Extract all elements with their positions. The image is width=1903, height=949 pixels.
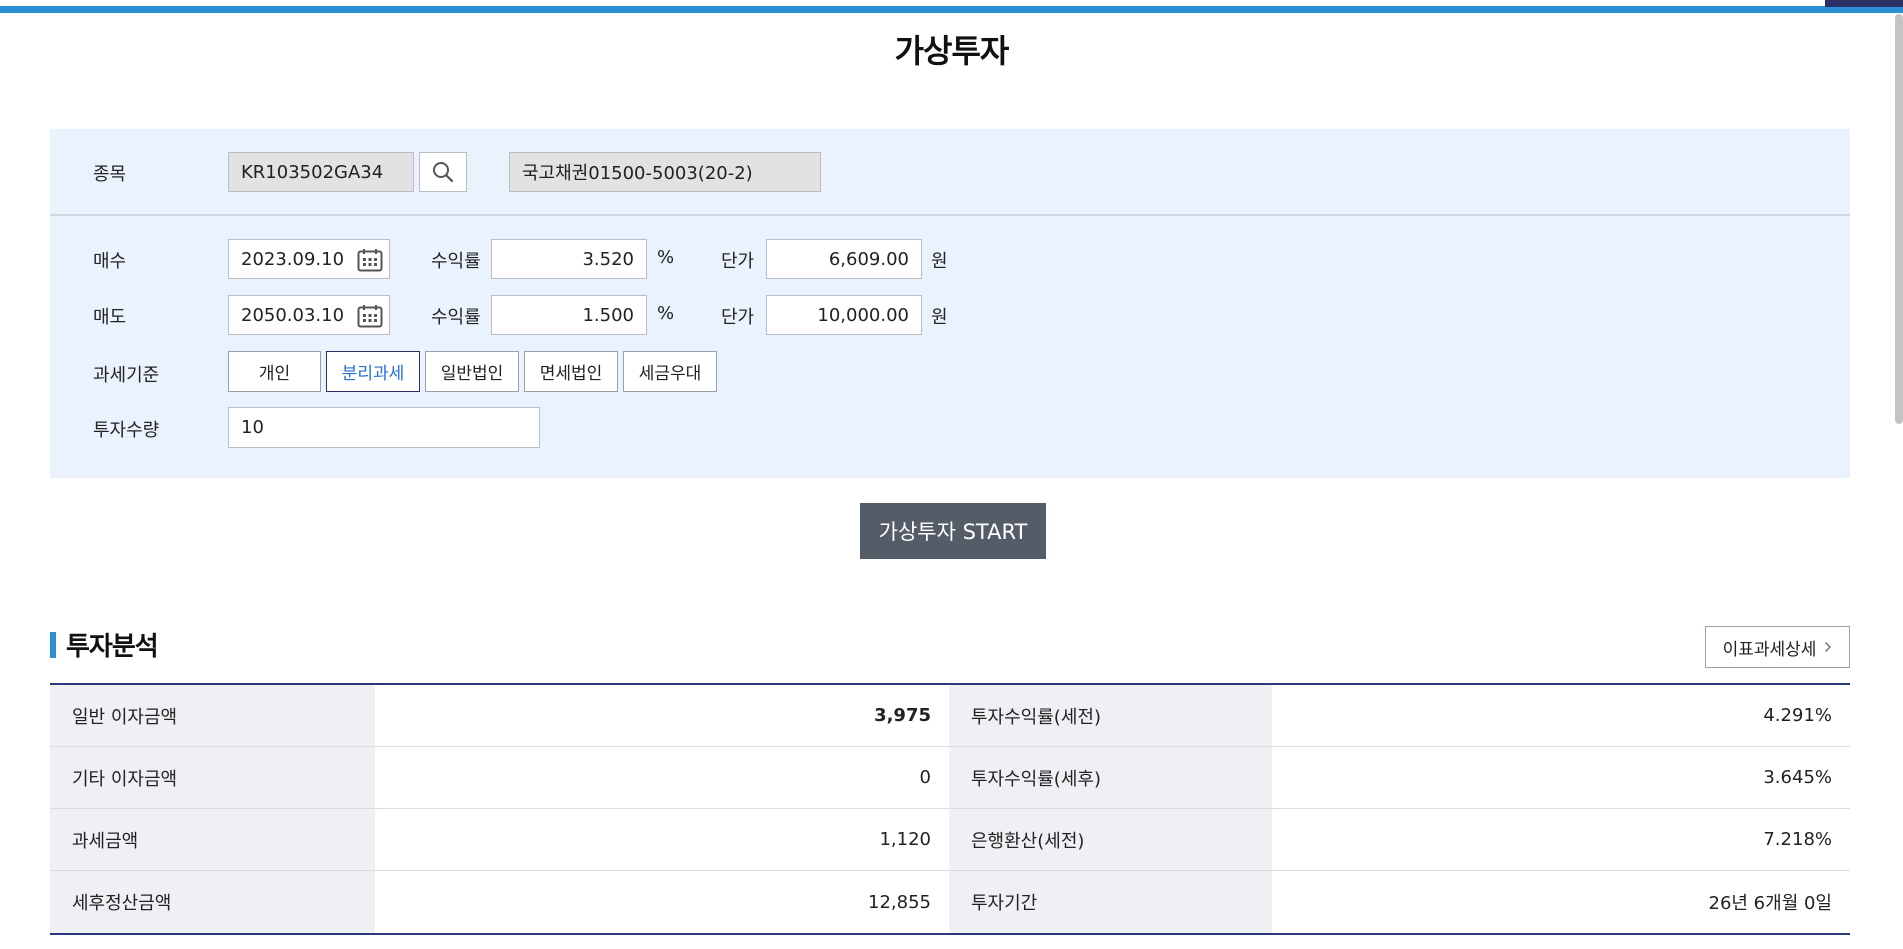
search-icon: [433, 162, 454, 183]
page-title: 가상투자: [894, 32, 1010, 70]
tax-label: 과세기준: [93, 365, 160, 386]
chevron-right-icon: [1825, 641, 1832, 653]
scrollbar-thumb[interactable]: [1895, 14, 1903, 424]
sell-yield-label: 수익률: [431, 307, 481, 328]
row-label: 은행환산(세전): [949, 809, 1272, 870]
search-button[interactable]: [419, 152, 467, 192]
table-row: 과세금액 1,120 은행환산(세전) 7.218%: [50, 809, 1850, 871]
item-label: 종목: [93, 164, 127, 185]
buy-yield-unit: %: [657, 247, 675, 268]
table-row: 기타 이자금액 0 투자수익률(세후) 3.645%: [50, 747, 1850, 809]
sell-date-field[interactable]: 2050.03.10: [228, 295, 390, 335]
row-label: 투자기간: [949, 871, 1272, 933]
buy-yield-label: 수익률: [431, 251, 481, 272]
sell-label: 매도: [93, 307, 127, 328]
start-button[interactable]: 가상투자 START: [860, 503, 1046, 559]
buy-label: 매수: [93, 251, 127, 272]
sell-price-label: 단가: [721, 307, 755, 328]
calendar-icon[interactable]: [357, 304, 383, 328]
top-accent-bar-right: [1825, 0, 1903, 7]
sell-date-value: 2050.03.10: [241, 304, 345, 326]
top-accent-bar: [0, 6, 1903, 13]
row-value: 7.218%: [1272, 809, 1850, 870]
quantity-input[interactable]: 10: [228, 407, 540, 448]
row-label: 투자수익률(세전): [949, 685, 1272, 746]
tax-option-corporate[interactable]: 일반법인: [425, 351, 519, 392]
sell-yield-input[interactable]: 1.500: [491, 295, 647, 335]
buy-date-value: 2023.09.10: [241, 248, 345, 270]
buy-price-label: 단가: [721, 251, 755, 272]
row-label: 기타 이자금액: [50, 747, 375, 808]
tax-option-preferential[interactable]: 세금우대: [623, 351, 717, 392]
coupon-tax-detail-label: 이표과세상세: [1722, 639, 1817, 660]
item-code-field[interactable]: KR103502GA34: [228, 152, 414, 192]
sell-price-unit: 원: [931, 307, 948, 328]
buy-price-unit: 원: [931, 251, 948, 272]
item-name-field: 국고채권01500-5003(20-2): [509, 152, 821, 192]
table-row: 일반 이자금액 3,975 투자수익률(세전) 4.291%: [50, 685, 1850, 747]
row-label: 세후정산금액: [50, 871, 375, 933]
quantity-label: 투자수량: [93, 420, 160, 441]
row-value: 3.645%: [1272, 747, 1850, 808]
buy-yield-input[interactable]: 3.520: [491, 239, 647, 279]
row-label: 과세금액: [50, 809, 375, 870]
analysis-table: 일반 이자금액 3,975 투자수익률(세전) 4.291% 기타 이자금액 0…: [50, 683, 1850, 935]
form-divider: [50, 214, 1850, 216]
tax-option-exempt-corporate[interactable]: 면세법인: [524, 351, 618, 392]
analysis-title: 투자분석: [66, 632, 159, 662]
tax-option-individual[interactable]: 개인: [228, 351, 321, 392]
row-label: 투자수익률(세후): [949, 747, 1272, 808]
row-value: 26년 6개월 0일: [1272, 871, 1850, 933]
table-row: 세후정산금액 12,855 투자기간 26년 6개월 0일: [50, 871, 1850, 933]
row-value: 12,855: [375, 871, 949, 933]
sell-yield-unit: %: [657, 303, 675, 324]
tax-option-separate[interactable]: 분리과세: [326, 351, 420, 392]
row-value: 4.291%: [1272, 685, 1850, 746]
row-label: 일반 이자금액: [50, 685, 375, 746]
row-value: 0: [375, 747, 949, 808]
coupon-tax-detail-button[interactable]: 이표과세상세: [1705, 626, 1850, 668]
buy-price-input[interactable]: 6,609.00: [766, 239, 922, 279]
buy-date-field[interactable]: 2023.09.10: [228, 239, 390, 279]
section-marker: [50, 632, 56, 658]
row-value: 3,975: [375, 685, 949, 746]
sell-price-input[interactable]: 10,000.00: [766, 295, 922, 335]
calendar-icon[interactable]: [357, 248, 383, 272]
row-value: 1,120: [375, 809, 949, 870]
